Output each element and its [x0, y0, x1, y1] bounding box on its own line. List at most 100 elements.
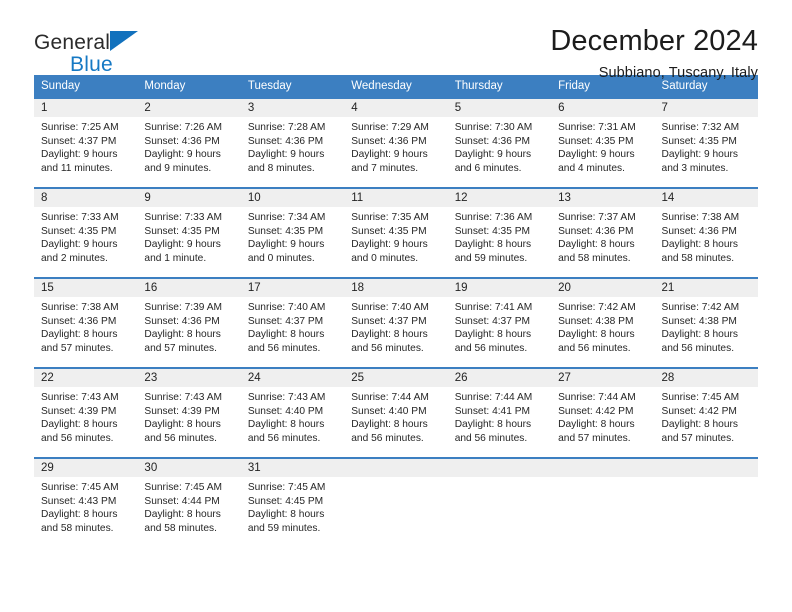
day-cell[interactable]: 13 Sunrise: 7:37 AM Sunset: 4:36 PM Dayl… [551, 189, 655, 277]
day-info: Sunrise: 7:43 AM Sunset: 4:40 PM Dayligh… [241, 387, 344, 445]
daylight-text-line1: Daylight: 9 hours [558, 149, 635, 160]
day-cell[interactable]: 30 Sunrise: 7:45 AM Sunset: 4:44 PM Dayl… [137, 459, 241, 547]
sunset-text: Sunset: 4:43 PM [41, 495, 117, 507]
day-cell[interactable]: 10 Sunrise: 7:34 AM Sunset: 4:35 PM Dayl… [240, 189, 345, 277]
sunset-text: Sunset: 4:39 PM [41, 405, 117, 417]
day-cell[interactable]: 14 Sunrise: 7:38 AM Sunset: 4:36 PM Dayl… [654, 189, 758, 277]
calendar-week-row: 1 Sunrise: 7:25 AM Sunset: 4:37 PM Dayli… [34, 97, 758, 187]
day-info: Sunrise: 7:40 AM Sunset: 4:37 PM Dayligh… [344, 297, 447, 355]
day-number: 20 [551, 279, 655, 297]
daylight-text-line1: Daylight: 8 hours [41, 509, 118, 520]
daylight-text-line2: and 9 minutes. [144, 162, 212, 174]
sunset-text: Sunset: 4:42 PM [661, 405, 737, 417]
daylight-text-line2: and 56 minutes. [454, 432, 528, 444]
day-info: Sunrise: 7:45 AM Sunset: 4:44 PM Dayligh… [137, 477, 240, 535]
sunset-text: Sunset: 4:36 PM [661, 225, 737, 237]
daylight-text-line1: Daylight: 8 hours [558, 419, 635, 430]
weekday-header-monday: Monday [144, 80, 186, 92]
sunset-text: Sunset: 4:39 PM [144, 405, 220, 417]
day-cell[interactable]: 19 Sunrise: 7:41 AM Sunset: 4:37 PM Dayl… [447, 279, 552, 367]
daylight-text-line1: Daylight: 9 hours [351, 149, 428, 160]
day-number: 6 [551, 99, 655, 117]
daylight-text-line2: and 6 minutes. [454, 162, 522, 174]
day-cell[interactable]: 28 Sunrise: 7:45 AM Sunset: 4:42 PM Dayl… [654, 369, 758, 457]
generalblue-logo[interactable]: General Blue [34, 31, 139, 75]
sunrise-text: Sunrise: 7:43 AM [41, 392, 119, 403]
day-cell[interactable]: 17 Sunrise: 7:40 AM Sunset: 4:37 PM Dayl… [240, 279, 345, 367]
day-info: Sunrise: 7:41 AM Sunset: 4:37 PM Dayligh… [448, 297, 551, 355]
day-cell[interactable]: 24 Sunrise: 7:43 AM Sunset: 4:40 PM Dayl… [240, 369, 345, 457]
sunset-text: Sunset: 4:35 PM [661, 135, 737, 147]
sunrise-text: Sunrise: 7:40 AM [351, 302, 429, 313]
sunset-text: Sunset: 4:35 PM [351, 225, 427, 237]
sunset-text: Sunset: 4:37 PM [351, 315, 427, 327]
sunrise-text: Sunrise: 7:33 AM [41, 212, 119, 223]
daylight-text-line2: and 59 minutes. [247, 522, 321, 534]
daylight-text-line2: and 56 minutes. [558, 342, 631, 354]
daylight-text-line2: and 56 minutes. [351, 432, 424, 444]
daylight-text-line2: and 8 minutes. [247, 162, 315, 174]
daylight-text-line2: and 0 minutes. [351, 252, 419, 264]
sunset-text: Sunset: 4:37 PM [247, 315, 324, 327]
day-cell[interactable]: 29 Sunrise: 7:45 AM Sunset: 4:43 PM Dayl… [34, 459, 138, 547]
day-number: 29 [34, 459, 138, 477]
day-cell[interactable]: 16 Sunrise: 7:39 AM Sunset: 4:36 PM Dayl… [137, 279, 241, 367]
daylight-text-line1: Daylight: 9 hours [247, 149, 325, 160]
day-cell[interactable]: 2 Sunrise: 7:26 AM Sunset: 4:36 PM Dayli… [137, 99, 241, 187]
day-cell[interactable]: 4 Sunrise: 7:29 AM Sunset: 4:36 PM Dayli… [344, 99, 448, 187]
daylight-text-line2: and 0 minutes. [247, 252, 315, 264]
sunset-text: Sunset: 4:35 PM [454, 225, 531, 237]
day-cell[interactable]: 20 Sunrise: 7:42 AM Sunset: 4:38 PM Dayl… [551, 279, 655, 367]
daylight-text-line1: Daylight: 8 hours [558, 239, 635, 250]
sunrise-text: Sunrise: 7:26 AM [144, 122, 223, 133]
day-cell[interactable]: 11 Sunrise: 7:35 AM Sunset: 4:35 PM Dayl… [344, 189, 448, 277]
day-cell[interactable]: 8 Sunrise: 7:33 AM Sunset: 4:35 PM Dayli… [34, 189, 138, 277]
day-number: 24 [240, 369, 345, 387]
day-number: 17 [240, 279, 345, 297]
daylight-text-line2: and 56 minutes. [661, 342, 735, 354]
daylight-text-line1: Daylight: 8 hours [247, 419, 325, 430]
calendar-week-row: 15 Sunrise: 7:38 AM Sunset: 4:36 PM Dayl… [34, 277, 758, 367]
day-cell[interactable]: 26 Sunrise: 7:44 AM Sunset: 4:41 PM Dayl… [447, 369, 552, 457]
day-cell[interactable]: 31 Sunrise: 7:45 AM Sunset: 4:45 PM Dayl… [240, 459, 345, 547]
day-cell[interactable]: 5 Sunrise: 7:30 AM Sunset: 4:36 PM Dayli… [447, 99, 552, 187]
day-cell[interactable]: 23 Sunrise: 7:43 AM Sunset: 4:39 PM Dayl… [137, 369, 241, 457]
day-number: 28 [654, 369, 758, 387]
day-cell[interactable]: 1 Sunrise: 7:25 AM Sunset: 4:37 PM Dayli… [34, 99, 138, 187]
sunset-text: Sunset: 4:45 PM [247, 495, 324, 507]
daylight-text-line1: Daylight: 8 hours [41, 419, 118, 430]
daylight-text-line2: and 11 minutes. [41, 162, 113, 174]
sunrise-text: Sunrise: 7:45 AM [661, 392, 740, 403]
day-info: Sunrise: 7:26 AM Sunset: 4:36 PM Dayligh… [137, 117, 240, 175]
sunset-text: Sunset: 4:44 PM [144, 495, 220, 507]
daylight-text-line2: and 2 minutes. [41, 252, 108, 264]
day-number [344, 459, 448, 477]
day-cell[interactable]: 9 Sunrise: 7:33 AM Sunset: 4:35 PM Dayli… [137, 189, 241, 277]
sunrise-text: Sunrise: 7:45 AM [41, 482, 119, 493]
day-cell[interactable]: 12 Sunrise: 7:36 AM Sunset: 4:35 PM Dayl… [447, 189, 552, 277]
day-number: 2 [137, 99, 241, 117]
sunrise-text: Sunrise: 7:36 AM [454, 212, 533, 223]
day-cell[interactable]: 15 Sunrise: 7:38 AM Sunset: 4:36 PM Dayl… [34, 279, 138, 367]
daylight-text-line1: Daylight: 8 hours [144, 329, 221, 340]
day-cell[interactable]: 7 Sunrise: 7:32 AM Sunset: 4:35 PM Dayli… [654, 99, 758, 187]
day-cell[interactable]: 25 Sunrise: 7:44 AM Sunset: 4:40 PM Dayl… [344, 369, 448, 457]
sunrise-text: Sunrise: 7:43 AM [247, 392, 326, 403]
sunset-text: Sunset: 4:36 PM [144, 135, 220, 147]
day-cell[interactable]: 18 Sunrise: 7:40 AM Sunset: 4:37 PM Dayl… [344, 279, 448, 367]
sunset-text: Sunset: 4:36 PM [41, 315, 117, 327]
page-subtitle: Subbiano, Tuscany, Italy [598, 65, 758, 82]
daylight-text-line2: and 57 minutes. [144, 342, 217, 354]
day-cell[interactable]: 6 Sunrise: 7:31 AM Sunset: 4:35 PM Dayli… [551, 99, 655, 187]
day-info: Sunrise: 7:32 AM Sunset: 4:35 PM Dayligh… [655, 117, 758, 175]
day-cell[interactable]: 27 Sunrise: 7:44 AM Sunset: 4:42 PM Dayl… [551, 369, 655, 457]
daylight-text-line2: and 57 minutes. [661, 432, 735, 444]
day-cell[interactable]: 21 Sunrise: 7:42 AM Sunset: 4:38 PM Dayl… [654, 279, 758, 367]
sunrise-text: Sunrise: 7:38 AM [661, 212, 740, 223]
sunrise-text: Sunrise: 7:44 AM [454, 392, 533, 403]
day-cell[interactable]: 22 Sunrise: 7:43 AM Sunset: 4:39 PM Dayl… [34, 369, 138, 457]
day-number: 13 [551, 189, 655, 207]
sunset-text: Sunset: 4:37 PM [454, 315, 531, 327]
day-cell[interactable]: 3 Sunrise: 7:28 AM Sunset: 4:36 PM Dayli… [240, 99, 345, 187]
sunset-text: Sunset: 4:37 PM [41, 135, 117, 147]
